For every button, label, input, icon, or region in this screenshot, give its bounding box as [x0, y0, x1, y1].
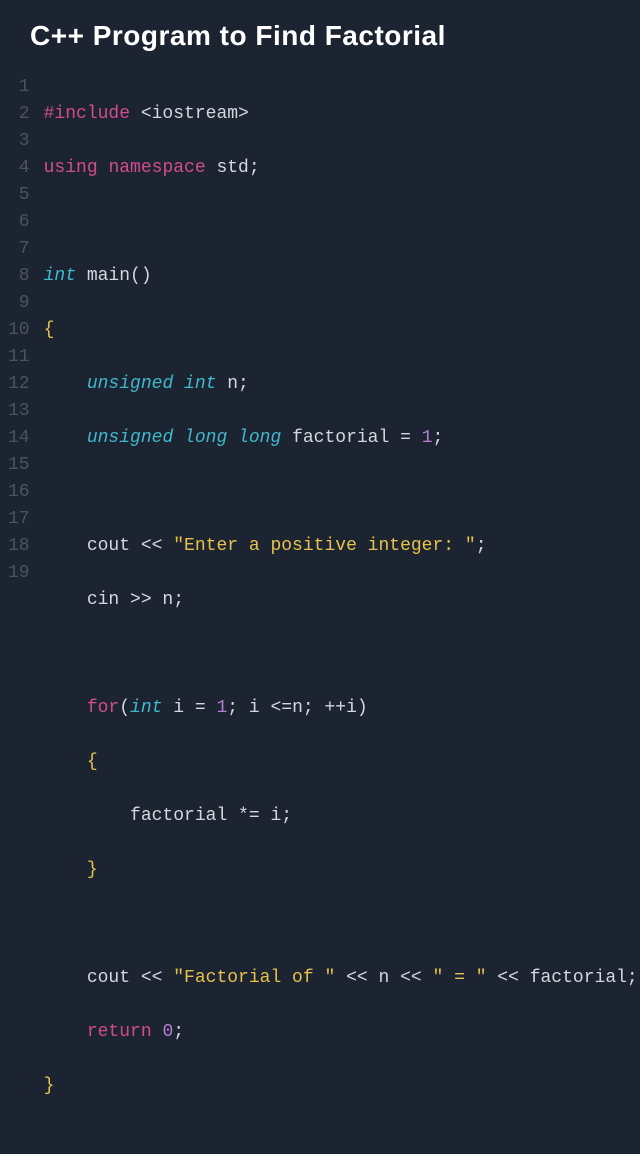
- tk-number: 0: [162, 1022, 173, 1042]
- line-number: 10: [8, 317, 30, 344]
- code-line: cout << "Enter a positive integer: ";: [44, 533, 638, 560]
- tk-ident: cin >> n;: [44, 590, 184, 610]
- tk-brace: }: [44, 1076, 55, 1096]
- code-line: #include <iostream>: [44, 101, 638, 128]
- code-line: cin >> n;: [44, 587, 638, 614]
- line-number: 6: [8, 209, 30, 236]
- tk-keyword: namespace: [108, 158, 205, 178]
- code-line: unsigned long long factorial = 1;: [44, 425, 638, 452]
- code-line: [44, 911, 638, 938]
- code-line: unsigned int n;: [44, 371, 638, 398]
- line-number: 15: [8, 452, 30, 479]
- line-number: 13: [8, 398, 30, 425]
- tk-ident: cout <<: [44, 968, 174, 988]
- code-line: [44, 641, 638, 668]
- code-line: [44, 479, 638, 506]
- line-number: 1: [8, 74, 30, 101]
- tk-type: int: [44, 266, 76, 286]
- tk-ident: n;: [216, 374, 248, 394]
- tk-string: "Factorial of ": [173, 968, 335, 988]
- code-content: #include <iostream> using namespace std;…: [44, 74, 638, 1154]
- code-line: {: [44, 749, 638, 776]
- code-line: return 0;: [44, 1019, 638, 1046]
- code-line: }: [44, 1073, 638, 1100]
- tk-preproc: #include: [44, 104, 130, 124]
- code-editor: 1 2 3 4 5 6 7 8 9 10 11 12 13 14 15 16 1…: [0, 74, 640, 1154]
- tk-brace: {: [44, 320, 55, 340]
- tk-type: unsigned int: [87, 374, 217, 394]
- line-number: 12: [8, 371, 30, 398]
- tk-string: "Enter a positive integer: ": [173, 536, 475, 556]
- line-number: 14: [8, 425, 30, 452]
- line-number: 3: [8, 128, 30, 155]
- line-number: 4: [8, 155, 30, 182]
- line-number: 17: [8, 506, 30, 533]
- tk-func: main(): [76, 266, 152, 286]
- line-number: 7: [8, 236, 30, 263]
- tk-type: int: [130, 698, 162, 718]
- line-number: 8: [8, 263, 30, 290]
- tk-number: 1: [216, 698, 227, 718]
- line-number: 16: [8, 479, 30, 506]
- tk-keyword: using: [44, 158, 98, 178]
- code-line: }: [44, 857, 638, 884]
- code-line: for(int i = 1; i <=n; ++i): [44, 695, 638, 722]
- tk-string: " = ": [432, 968, 486, 988]
- code-line: int main(): [44, 263, 638, 290]
- line-number-gutter: 1 2 3 4 5 6 7 8 9 10 11 12 13 14 15 16 1…: [0, 74, 44, 1154]
- code-line: {: [44, 317, 638, 344]
- line-number: 18: [8, 533, 30, 560]
- tk-header: <iostream>: [130, 104, 249, 124]
- line-number: 11: [8, 344, 30, 371]
- tk-keyword: return: [87, 1022, 152, 1042]
- line-number: 9: [8, 290, 30, 317]
- tk-ident: std;: [206, 158, 260, 178]
- code-snippet-card: C++ Program to Find Factorial 1 2 3 4 5 …: [0, 0, 640, 1154]
- code-line: factorial *= i;: [44, 803, 638, 830]
- tk-ident: factorial *= i;: [44, 806, 292, 826]
- line-number: 5: [8, 182, 30, 209]
- tk-ident: cout <<: [44, 536, 174, 556]
- code-line: cout << "Factorial of " << n << " = " <<…: [44, 965, 638, 992]
- tk-brace: {: [87, 752, 98, 772]
- tk-type: unsigned long long: [87, 428, 281, 448]
- tk-keyword: for: [87, 698, 119, 718]
- tk-ident: factorial =: [281, 428, 421, 448]
- tk-brace: }: [87, 860, 98, 880]
- page-title: C++ Program to Find Factorial: [30, 20, 640, 52]
- code-line: using namespace std;: [44, 155, 638, 182]
- code-line: [44, 209, 638, 236]
- tk-number: 1: [422, 428, 433, 448]
- line-number: 2: [8, 101, 30, 128]
- line-number: 19: [8, 560, 30, 587]
